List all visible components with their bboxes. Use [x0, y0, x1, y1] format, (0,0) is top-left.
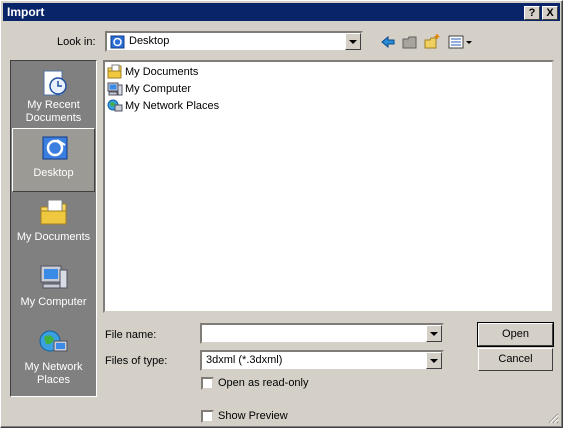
- recent-documents-icon: [43, 70, 67, 96]
- files-of-type-dropdown[interactable]: 3dxml (*.3dxml): [200, 350, 444, 371]
- open-readonly-checkbox[interactable]: [201, 377, 214, 390]
- look-in-dropdown-arrow[interactable]: [345, 33, 361, 50]
- open-readonly-label[interactable]: Open as read-only: [218, 377, 309, 389]
- file-name-input[interactable]: [200, 323, 444, 344]
- new-folder-icon[interactable]: [423, 33, 441, 51]
- place-my-computer[interactable]: My Computer: [12, 258, 95, 322]
- computer-icon: [107, 82, 123, 96]
- title-bar[interactable]: Import ? X: [3, 3, 560, 21]
- desktop-icon: [42, 136, 68, 160]
- place-desktop[interactable]: Desktop: [12, 128, 95, 192]
- folder-icon: [107, 64, 122, 79]
- back-icon[interactable]: [379, 33, 397, 51]
- network-places-icon: [39, 330, 68, 352]
- look-in-label: Look in:: [57, 36, 96, 48]
- dialog-title: Import: [7, 5, 45, 19]
- file-name: My Computer: [125, 83, 192, 95]
- look-in-dropdown[interactable]: Desktop: [105, 31, 363, 52]
- open-button[interactable]: Open: [477, 322, 554, 347]
- cancel-button[interactable]: Cancel: [478, 348, 553, 371]
- file-name-label: File name:: [105, 329, 157, 341]
- desktop-small-icon: [110, 35, 125, 49]
- show-preview-label[interactable]: Show Preview: [218, 410, 288, 422]
- file-name: My Network Places: [125, 100, 220, 112]
- look-in-value: Desktop: [129, 35, 170, 47]
- up-folder-icon[interactable]: [401, 33, 419, 51]
- place-label: My Computer: [20, 296, 87, 308]
- network-icon: [107, 99, 123, 112]
- file-list[interactable]: My Documents My Computer My Network Plac…: [103, 60, 554, 313]
- resize-grip-icon[interactable]: [547, 412, 559, 424]
- file-name: My Documents: [125, 66, 199, 78]
- place-label: My Recent Documents: [25, 99, 82, 124]
- place-label: My Documents: [16, 231, 91, 243]
- my-documents-icon: [40, 199, 67, 225]
- places-bar: My Recent Documents Desktop My Documents: [10, 60, 97, 397]
- files-of-type-value: 3dxml (*.3dxml): [206, 354, 283, 366]
- place-my-documents[interactable]: My Documents: [12, 193, 95, 257]
- close-button[interactable]: X: [542, 6, 558, 20]
- files-of-type-label: Files of type:: [105, 355, 168, 367]
- show-preview-checkbox[interactable]: [201, 410, 214, 423]
- view-menu-icon[interactable]: [447, 33, 473, 51]
- file-name-dropdown-arrow[interactable]: [426, 325, 442, 342]
- my-computer-icon: [40, 265, 68, 289]
- import-dialog: Import ? X Look in: Desktop My Recent Do…: [0, 0, 563, 428]
- place-label: Desktop: [33, 167, 74, 179]
- place-label: My Network Places: [24, 361, 83, 386]
- files-of-type-dropdown-arrow[interactable]: [426, 352, 442, 369]
- place-recent-documents[interactable]: My Recent Documents: [12, 63, 95, 127]
- help-button[interactable]: ?: [524, 6, 540, 20]
- place-network-places[interactable]: My Network Places: [12, 323, 95, 387]
